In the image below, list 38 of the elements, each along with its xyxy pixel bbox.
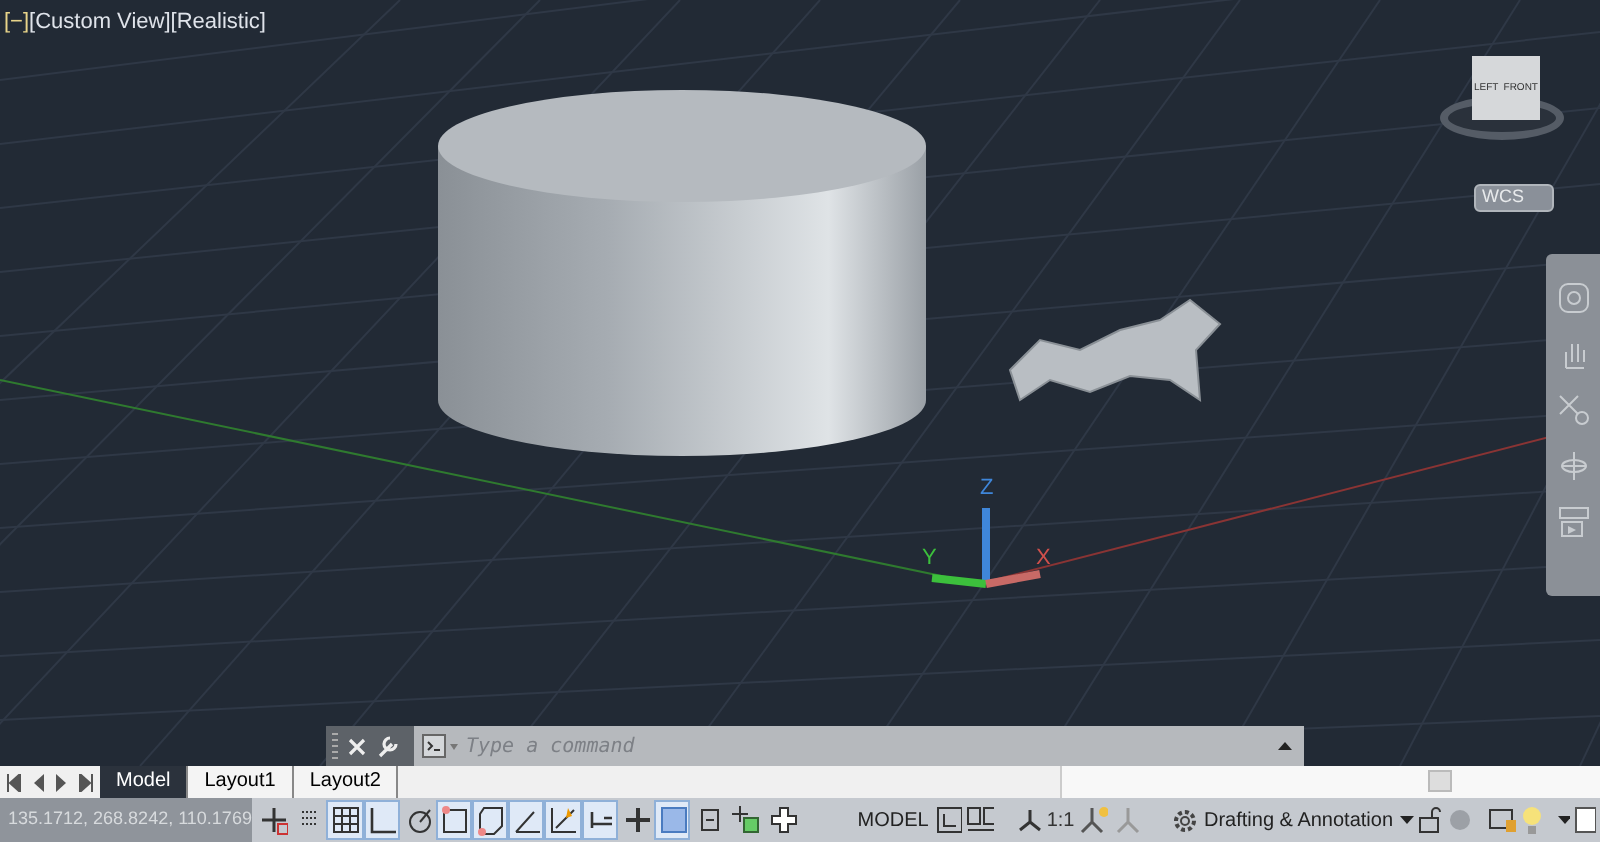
drafting-toggle-icon[interactable] bbox=[437, 802, 471, 838]
grip-icon[interactable] bbox=[332, 732, 338, 760]
viewport-control[interactable]: [−] bbox=[4, 6, 30, 39]
drafting-toggle-icon[interactable] bbox=[546, 802, 580, 838]
z-axis-label: Z bbox=[980, 478, 994, 500]
layout-tab[interactable]: Layout2 bbox=[293, 766, 399, 798]
drafting-toggle-icon[interactable] bbox=[474, 802, 507, 838]
model-space-button[interactable]: MODEL bbox=[853, 805, 933, 835]
workspace-dropdown[interactable]: Drafting & Annotation bbox=[1172, 805, 1414, 835]
horizontal-scrollbar[interactable] bbox=[1060, 766, 1600, 798]
wrench-icon[interactable] bbox=[376, 735, 398, 757]
drafting-toggle-icon[interactable] bbox=[510, 802, 543, 838]
viewport-control[interactable]: [Custom View] bbox=[29, 6, 171, 39]
drafting-toggle-icon[interactable] bbox=[765, 802, 798, 838]
drafting-toggle-icon[interactable] bbox=[365, 802, 398, 838]
coordinates-readout: 135.1712, 268.8242, 110.1769 bbox=[0, 798, 252, 842]
next-tab-icon[interactable] bbox=[54, 773, 70, 791]
scrollbar-thumb[interactable] bbox=[1428, 770, 1452, 792]
layout-tab[interactable]: Model bbox=[100, 766, 189, 798]
annotation-scale-button[interactable]: 1:1 bbox=[1018, 805, 1075, 835]
caret-up-icon[interactable] bbox=[1278, 742, 1292, 750]
last-tab-icon[interactable] bbox=[78, 773, 94, 791]
previous-tab-icon[interactable] bbox=[30, 773, 46, 791]
caret-down-icon bbox=[1399, 816, 1414, 824]
first-tab-icon[interactable] bbox=[6, 773, 22, 791]
layout-tab[interactable]: Layout1 bbox=[188, 766, 294, 798]
drafting-toggle-icon[interactable] bbox=[656, 802, 689, 838]
close-icon[interactable] bbox=[348, 737, 366, 755]
drafting-toggle-icon[interactable] bbox=[328, 802, 362, 838]
gear-icon bbox=[1172, 807, 1198, 833]
y-axis-label: Y bbox=[922, 548, 937, 570]
viewport-control[interactable]: [Realistic] bbox=[170, 6, 266, 39]
drafting-toggle-icon[interactable] bbox=[583, 802, 616, 838]
drafting-toggle-icon[interactable] bbox=[728, 802, 762, 838]
lock-icon[interactable] bbox=[1417, 806, 1443, 834]
caret-down-icon[interactable] bbox=[1557, 816, 1571, 824]
prompt-icon[interactable] bbox=[422, 734, 458, 758]
x-axis-label: X bbox=[1036, 548, 1051, 570]
